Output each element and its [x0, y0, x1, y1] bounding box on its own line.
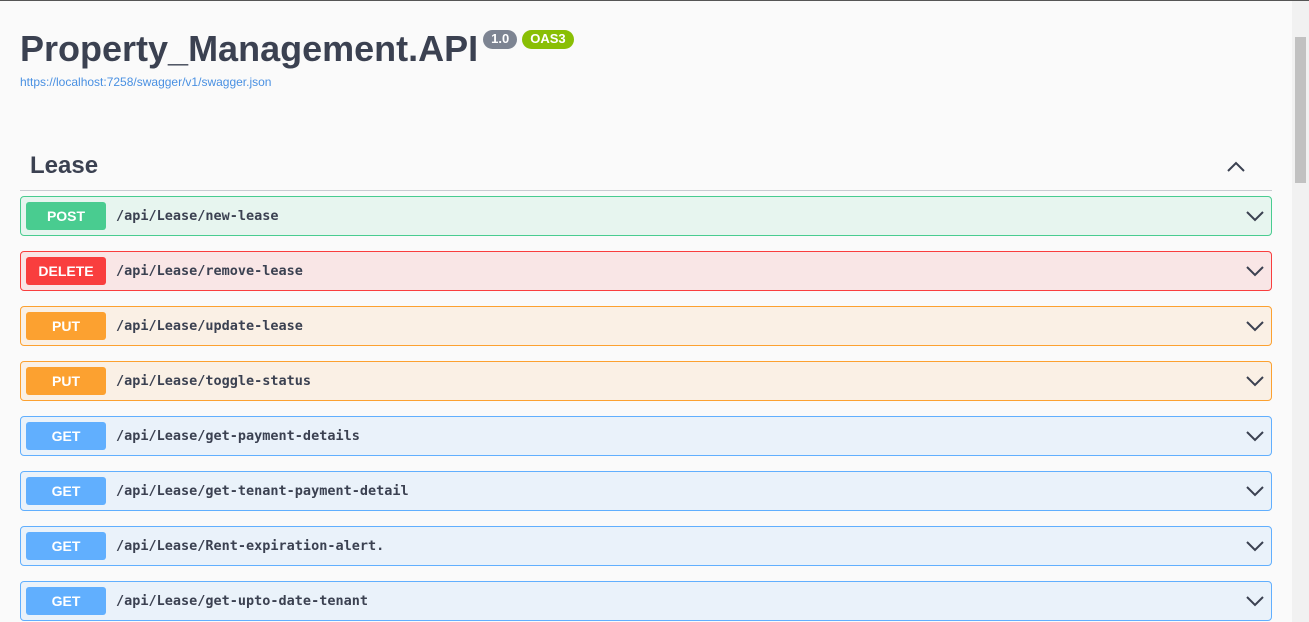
operation-path: /api/Lease/update-lease [116, 318, 303, 334]
chevron-down-icon[interactable] [1245, 262, 1265, 282]
method-badge: GET [26, 587, 106, 615]
chevron-down-icon[interactable] [1245, 427, 1265, 447]
method-badge: PUT [26, 367, 106, 395]
operation-path: /api/Lease/new-lease [116, 208, 279, 224]
method-badge: POST [26, 202, 106, 230]
method-badge: GET [26, 477, 106, 505]
title-row: Property_Management.API 1.0 OAS3 [20, 27, 574, 71]
operation-path: /api/Lease/toggle-status [116, 373, 312, 389]
operation-path: /api/Lease/get-tenant-payment-detail [116, 483, 409, 499]
vertical-scrollbar[interactable] [1292, 1, 1309, 622]
swagger-page: Property_Management.API 1.0 OAS3 https:/… [0, 1, 1292, 622]
scrollbar-thumb[interactable] [1295, 37, 1306, 183]
chevron-down-icon[interactable] [1245, 592, 1265, 612]
chevron-up-icon[interactable] [1226, 156, 1246, 176]
operations-list: POST /api/Lease/new-lease DELETE /api/Le… [20, 196, 1272, 622]
chevron-down-icon[interactable] [1245, 537, 1265, 557]
operation-path: /api/Lease/remove-lease [116, 263, 303, 279]
chevron-down-icon[interactable] [1245, 372, 1265, 392]
chevron-down-icon[interactable] [1245, 207, 1265, 227]
tag-section-lease[interactable]: Lease [20, 142, 1272, 191]
version-badge: 1.0 [483, 30, 518, 49]
oas-badge: OAS3 [522, 30, 574, 49]
method-badge: PUT [26, 312, 106, 340]
operation-row[interactable]: DELETE /api/Lease/remove-lease [20, 251, 1272, 291]
operation-path: /api/Lease/Rent-expiration-alert. [116, 538, 385, 554]
method-badge: GET [26, 532, 106, 560]
operation-row[interactable]: PUT /api/Lease/toggle-status [20, 361, 1272, 401]
operation-path: /api/Lease/get-upto-date-tenant [116, 593, 368, 609]
method-badge: GET [26, 422, 106, 450]
operation-row[interactable]: GET /api/Lease/get-upto-date-tenant [20, 581, 1272, 621]
operation-row[interactable]: GET /api/Lease/get-payment-details [20, 416, 1272, 456]
operation-row[interactable]: GET /api/Lease/Rent-expiration-alert. [20, 526, 1272, 566]
operation-row[interactable]: POST /api/Lease/new-lease [20, 196, 1272, 236]
api-info: Property_Management.API 1.0 OAS3 https:/… [20, 27, 574, 89]
operation-row[interactable]: GET /api/Lease/get-tenant-payment-detail [20, 471, 1272, 511]
operation-path: /api/Lease/get-payment-details [116, 428, 360, 444]
operation-row[interactable]: PUT /api/Lease/update-lease [20, 306, 1272, 346]
api-title: Property_Management.API [20, 28, 479, 69]
spec-url-link[interactable]: https://localhost:7258/swagger/v1/swagge… [20, 75, 574, 89]
tag-title: Lease [30, 152, 99, 179]
chevron-down-icon[interactable] [1245, 317, 1265, 337]
method-badge: DELETE [26, 257, 106, 285]
chevron-down-icon[interactable] [1245, 482, 1265, 502]
